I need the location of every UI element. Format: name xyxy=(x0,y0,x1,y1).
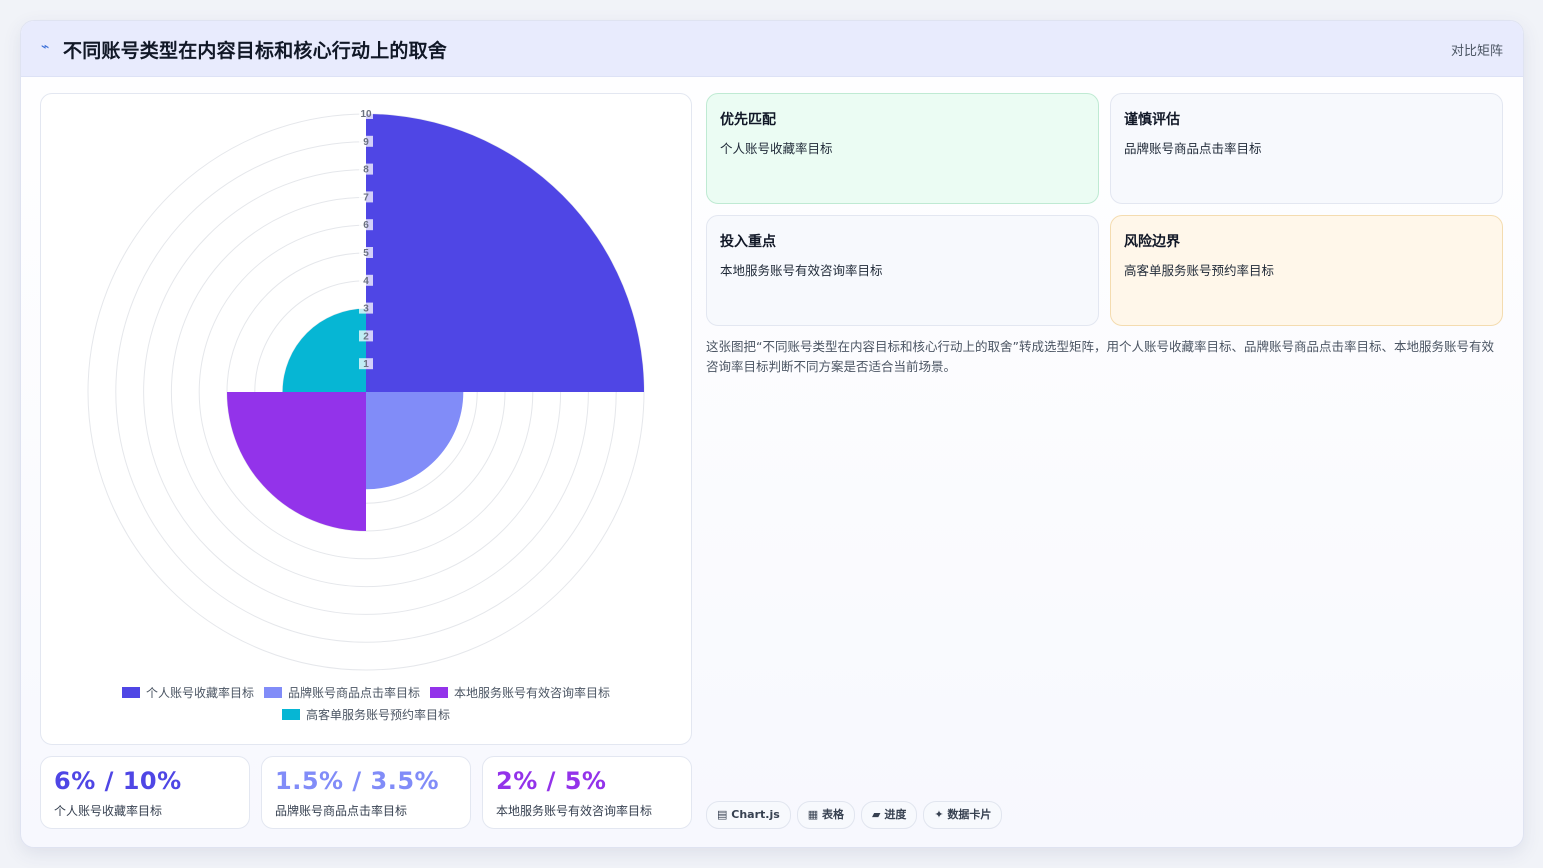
legend-label: 高客单服务账号预约率目标 xyxy=(305,708,450,722)
stat-value: 1.5% / 3.5% xyxy=(275,767,440,795)
sparkle-icon: ✦ xyxy=(934,808,944,821)
chart-card: 1 2 3 4 5 6 7 8 9 10 个人账号收藏率目标 品牌账号商品点击率目标 本地服务账号有效… xyxy=(40,93,692,745)
legend-swatch xyxy=(121,687,140,698)
stat-card-personal: 6% / 10% 个人账号收藏率目标 xyxy=(40,756,250,829)
legend-label: 品牌账号商品点击率目标 xyxy=(287,686,420,700)
legend-item[interactable]: 品牌账号商品点击率目标 xyxy=(263,682,420,704)
tick-label: 6 xyxy=(363,220,369,231)
tick-label: 2 xyxy=(363,331,369,342)
legend-swatch xyxy=(430,687,448,698)
pill-label: 进度 xyxy=(884,808,907,821)
tick-label: 7 xyxy=(363,192,369,203)
tile-subtitle: 高客单服务账号预约率目标 xyxy=(1124,263,1275,278)
legend-item[interactable]: 本地服务账号有效咨询率目标 xyxy=(430,682,610,704)
stat-label: 本地服务账号有效咨询率目标 xyxy=(496,804,653,818)
tile-subtitle: 品牌账号商品点击率目标 xyxy=(1124,141,1262,156)
stat-card-local: 2% / 5% 本地服务账号有效咨询率目标 xyxy=(482,756,692,829)
feature-pills: ▤ Chart.js ▦ 表格 ▰ 进度 ✦ 数据卡片 xyxy=(706,801,1008,829)
tick-label: 3 xyxy=(363,304,369,315)
pill-label: 数据卡片 xyxy=(947,808,992,821)
stat-card-brand: 1.5% / 3.5% 品牌账号商品点击率目标 xyxy=(261,756,471,829)
tick-label: 10 xyxy=(360,109,372,120)
tile-priority-match: 优先匹配 个人账号收藏率目标 xyxy=(706,93,1099,204)
tile-subtitle: 个人账号收藏率目标 xyxy=(720,141,833,156)
polar-slice[interactable] xyxy=(282,308,366,392)
pill-progress[interactable]: ▰ 进度 xyxy=(861,801,918,829)
tile-investment-focus: 投入重点 本地服务账号有效咨询率目标 xyxy=(706,215,1099,326)
tile-title: 谨慎评估 xyxy=(1124,112,1180,128)
chart-icon: ▤ xyxy=(717,808,728,821)
trend-line-icon: ⌁ xyxy=(41,39,50,55)
progress-icon: ▰ xyxy=(872,808,881,821)
tick-label: 8 xyxy=(363,165,369,176)
legend-label: 个人账号收藏率目标 xyxy=(145,686,254,700)
tile-subtitle: 本地服务账号有效咨询率目标 xyxy=(720,263,883,278)
polar-slice[interactable] xyxy=(366,114,644,392)
header-bar: ⌁ 不同账号类型在内容目标和核心行动上的取舍 对比矩阵 xyxy=(21,21,1523,77)
pill-label: 表格 xyxy=(822,808,845,821)
pill-data-cards[interactable]: ✦ 数据卡片 xyxy=(923,801,1003,829)
table-icon: ▦ xyxy=(807,808,819,821)
tile-title: 优先匹配 xyxy=(720,112,776,128)
tile-title: 风险边界 xyxy=(1124,234,1180,250)
tick-label: 1 xyxy=(363,359,369,370)
pill-table[interactable]: ▦ 表格 xyxy=(796,801,856,829)
legend-item[interactable]: 高客单服务账号预约率目标 xyxy=(281,704,450,726)
legend-item[interactable]: 个人账号收藏率目标 xyxy=(121,682,254,704)
legend-swatch xyxy=(263,687,282,698)
stat-label: 个人账号收藏率目标 xyxy=(54,804,163,818)
dashboard-frame: ⌁ 不同账号类型在内容目标和核心行动上的取舍 对比矩阵 1 2 3 4 5 6 7 8 9 10 … xyxy=(20,20,1524,848)
polar-slice[interactable] xyxy=(366,392,464,490)
pill-label: Chart.js xyxy=(731,808,780,821)
chart-legend: 个人账号收藏率目标 品牌账号商品点击率目标 本地服务账号有效咨询率目标 高客单服务账号… xyxy=(41,682,691,726)
legend-label: 本地服务账号有效咨询率目标 xyxy=(454,686,611,700)
tile-risk-boundary: 风险边界 高客单服务账号预约率目标 xyxy=(1110,215,1503,326)
tile-careful-evaluation: 谨慎评估 品牌账号商品点击率目标 xyxy=(1110,93,1503,204)
pill-chartjs[interactable]: ▤ Chart.js xyxy=(706,801,791,829)
tick-label: 9 xyxy=(363,137,369,148)
stat-value: 2% / 5% xyxy=(496,767,607,795)
legend-swatch xyxy=(281,709,300,720)
tick-label: 4 xyxy=(363,276,369,287)
header-tag: 对比矩阵 xyxy=(1450,44,1503,59)
chart-description: 这张图把“不同账号类型在内容目标和核心行动上的取舍”转成选型矩阵，用个人账号收藏… xyxy=(706,339,1494,374)
polar-area-chart: 1 2 3 4 5 6 7 8 9 10 xyxy=(87,108,645,671)
tile-title: 投入重点 xyxy=(720,234,776,250)
tick-label: 5 xyxy=(363,248,369,259)
stat-label: 品牌账号商品点击率目标 xyxy=(275,804,408,818)
page-title: 不同账号类型在内容目标和核心行动上的取舍 xyxy=(63,40,448,62)
stat-value: 6% / 10% xyxy=(54,767,182,795)
